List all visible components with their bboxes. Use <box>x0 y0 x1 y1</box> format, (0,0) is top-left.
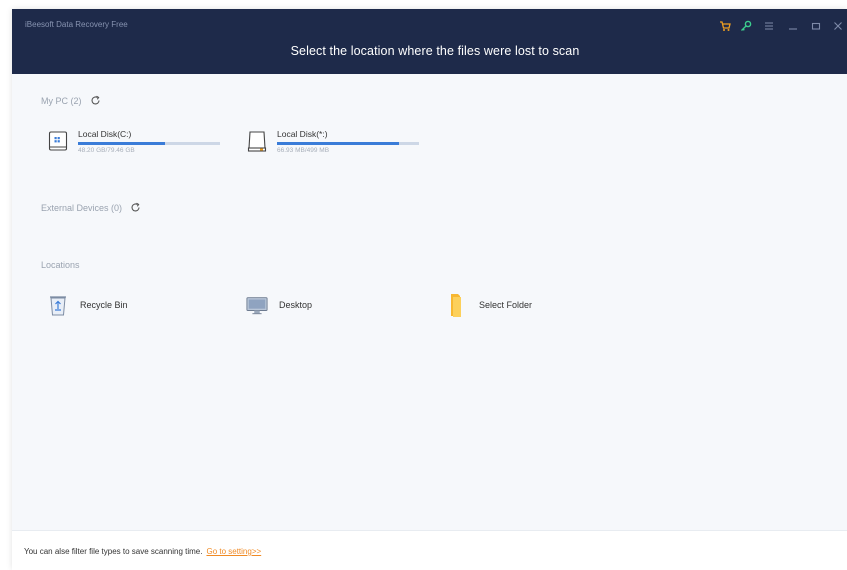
go-to-settings-link[interactable]: Go to setting>> <box>206 547 261 556</box>
disk-usage-bar <box>277 142 419 145</box>
location-desktop[interactable]: Desktop <box>246 293 312 317</box>
refresh-icon[interactable] <box>90 95 101 106</box>
external-devices-label: External Devices (0) <box>41 202 123 213</box>
locations-label: Locations <box>41 260 80 270</box>
location-label: Recycle Bin <box>80 300 128 310</box>
footer-hint-text: You can alse filter file types to save s… <box>24 547 203 556</box>
location-label: Desktop <box>279 300 313 310</box>
disk-item-c[interactable]: Local Disk(C:) 48.20 GB/79.46 GB <box>48 129 220 155</box>
minimize-icon[interactable] <box>786 19 800 33</box>
my-pc-section-title: My PC (2) <box>41 95 101 106</box>
location-select-folder[interactable]: Select Folder <box>446 293 532 317</box>
menu-icon[interactable] <box>762 19 776 33</box>
location-label: Select Folder <box>479 300 533 310</box>
maximize-icon[interactable] <box>809 19 823 33</box>
disk-name: Local Disk(*:) <box>277 129 328 139</box>
disk-size: 66.93 MB/499 MB <box>277 147 330 154</box>
disk-size: 48.20 GB/79.46 GB <box>78 147 135 154</box>
title-bar: iBeesoft Data Recovery Free Select the l… <box>12 9 847 74</box>
footer-hint: You can alse filter file types to save s… <box>24 547 261 556</box>
app-window: iBeesoft Data Recovery Free Select the l… <box>12 9 847 570</box>
key-icon[interactable] <box>739 19 753 33</box>
disk-usage-fill <box>78 142 165 145</box>
my-pc-label: My PC (2) <box>41 95 82 106</box>
cart-icon[interactable] <box>718 19 732 33</box>
footer-bar: You can alse filter file types to save s… <box>12 530 847 570</box>
hard-disk-icon <box>48 129 68 153</box>
app-title: iBeesoft Data Recovery Free <box>25 20 128 29</box>
close-icon[interactable] <box>831 19 845 33</box>
folder-icon <box>446 293 468 317</box>
locations-section-title: Locations <box>41 260 80 270</box>
refresh-icon[interactable] <box>130 202 141 213</box>
disk-name: Local Disk(C:) <box>78 129 132 139</box>
main-content: My PC (2) Local Disk(C:) 48.20 GB/79.46 … <box>12 74 847 530</box>
recycle-bin-icon <box>47 293 69 317</box>
removable-disk-icon <box>247 129 267 153</box>
page-headline: Select the location where the files were… <box>290 44 580 58</box>
desktop-icon <box>246 293 268 317</box>
disk-item-star[interactable]: Local Disk(*:) 66.93 MB/499 MB <box>247 129 419 155</box>
disk-usage-bar <box>78 142 220 145</box>
location-recycle-bin[interactable]: Recycle Bin <box>47 293 128 317</box>
disk-usage-fill <box>277 142 400 145</box>
external-devices-section-title: External Devices (0) <box>41 202 141 213</box>
